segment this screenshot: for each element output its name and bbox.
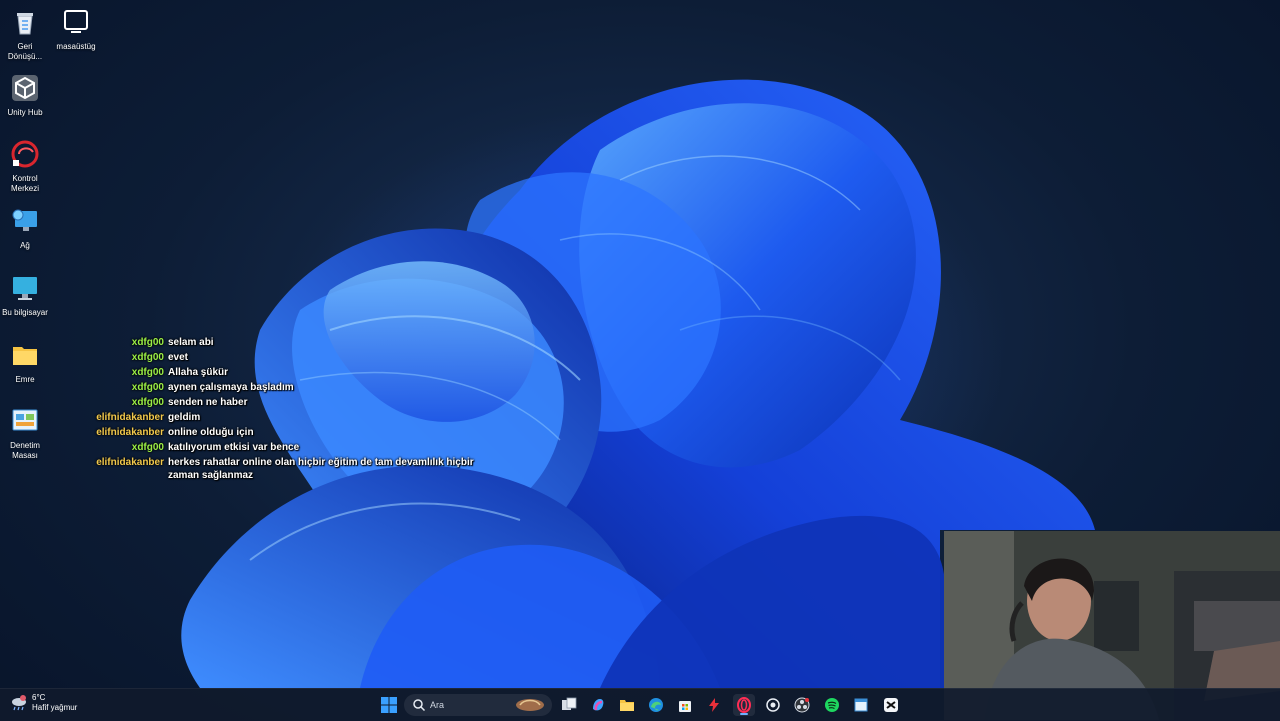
desktop-icon-label: Bu bilgisayar [2,308,48,317]
this-pc-icon [13,277,37,300]
weather-condition: Hafif yağmur [32,703,78,712]
steam-button[interactable] [762,694,784,716]
chat-username: xdfg00 [131,337,164,348]
task-view-icon [562,697,577,710]
edge-button[interactable] [645,694,667,716]
copilot-button[interactable] [587,694,609,716]
chat-username: elifnidakanber [96,427,164,438]
recycle-bin-icon [17,13,33,35]
taskbar-search-box[interactable] [404,694,552,716]
chat-text: senden ne haber [168,397,248,408]
chat-message: xdfg00 Allaha şükür [80,366,500,379]
control-panel-icon [12,409,38,431]
taskbar: 6°C Hafif yağmur [0,688,1280,721]
task-view-button[interactable] [558,694,580,716]
capcut-button[interactable] [880,694,902,716]
chat-text: selam abi [168,337,214,348]
chat-text: aynen çalışmaya başladım [168,382,294,393]
desktop-icon-recycle-bin[interactable]: Geri Dönüşü... [1,8,49,62]
chat-username: xdfg00 [131,367,164,378]
control-center-icon [11,140,39,168]
desktop-icon-emre-folder[interactable]: Emre [1,341,49,385]
chat-message: xdfg00 aynen çalışmaya başladım [80,381,500,394]
desktop-icon-control-panel[interactable]: Denetim Masası [1,407,49,461]
opera-gx-button[interactable] [733,694,755,716]
chat-message: xdfg00 katılıyorum etkisi var bence [80,441,500,454]
obs-icon [794,697,810,713]
desktop-icon-label: Unity Hub [7,108,43,117]
app-red-bolt-button[interactable] [703,694,725,716]
chat-username: xdfg00 [131,442,164,453]
desktop-icon-label: Ağ [20,241,30,250]
desktop-icon-label: Emre [15,375,35,384]
chat-text: katılıyorum etkisi var bence [168,442,300,453]
windows-logo-icon [381,697,397,713]
bolt-icon [709,698,719,712]
chat-username: elifnidakanber [96,412,164,423]
chat-message: xdfg00 selam abi [80,336,500,349]
edge-icon [649,698,663,712]
active-indicator [740,713,748,715]
desktop-icon-label: Kontrol Merkezi [10,174,39,193]
search-icon [413,699,426,712]
spotify-button[interactable] [821,694,843,716]
start-button[interactable] [378,694,400,716]
desktop-icon-kontrol-merkezi[interactable]: Kontrol Merkezi [1,140,49,194]
folder-icon [620,700,634,711]
desktop-icon-label: Denetim Masası [10,441,40,460]
chat-username: elifnidakanber [96,457,164,468]
desktop-icon-unity-hub[interactable]: Unity Hub [1,74,49,118]
chat-message: xdfg00 senden ne haber [80,396,500,409]
desktop-icon-label: masaüstüg [56,42,96,51]
desktop-icon-network[interactable]: Ağ [1,207,49,251]
weather-rain-icon [12,695,26,711]
desktop-icon-label: Geri Dönüşü... [7,42,43,61]
network-icon [12,209,37,231]
chat-text: Allaha şükür [168,367,229,378]
search-input[interactable] [430,700,510,710]
unity-hub-icon [12,75,38,101]
chat-text: geldim [168,412,201,423]
obs-button[interactable] [791,694,813,716]
store-icon [679,701,691,712]
chat-text: herkes rahatlar online olan hiçbir eğiti… [168,457,474,481]
weather-temperature: 6°C [32,693,46,702]
chat-username: xdfg00 [131,352,164,363]
opera-gx-icon [737,697,751,713]
chat-text: evet [168,352,189,363]
chat-username: xdfg00 [131,397,164,408]
chat-message: elifnidakanber herkes rahatlar online ola… [80,456,500,482]
spotify-icon [825,698,839,712]
file-explorer-button[interactable] [616,694,638,716]
copilot-icon [593,699,604,711]
store-button[interactable] [674,694,696,716]
weather-widget[interactable]: 6°C Hafif yağmur [10,693,77,713]
laptop-outline-icon [64,10,88,33]
chat-text: online olduğu için [168,427,254,438]
window-icon [854,698,868,712]
chat-message: xdfg00 evet [80,351,500,364]
folder-icon [13,347,37,365]
capcut-icon [884,698,898,712]
desktop-icon-this-pc[interactable]: Bu bilgisayar [1,274,49,318]
search-highlight-image [516,699,544,711]
desktop-icon-masaustug[interactable]: masaüstüg [52,8,100,52]
stream-chat-overlay: xdfg00 selam abi xdfg00 evet xdfg00 Allaha şü… [80,336,500,484]
chat-message: elifnidakanber online olduğu için [80,426,500,439]
chat-username: xdfg00 [131,382,164,393]
chat-message: elifnidakanber geldim [80,411,500,424]
steam-icon [766,698,780,712]
app-window-button[interactable] [850,694,872,716]
